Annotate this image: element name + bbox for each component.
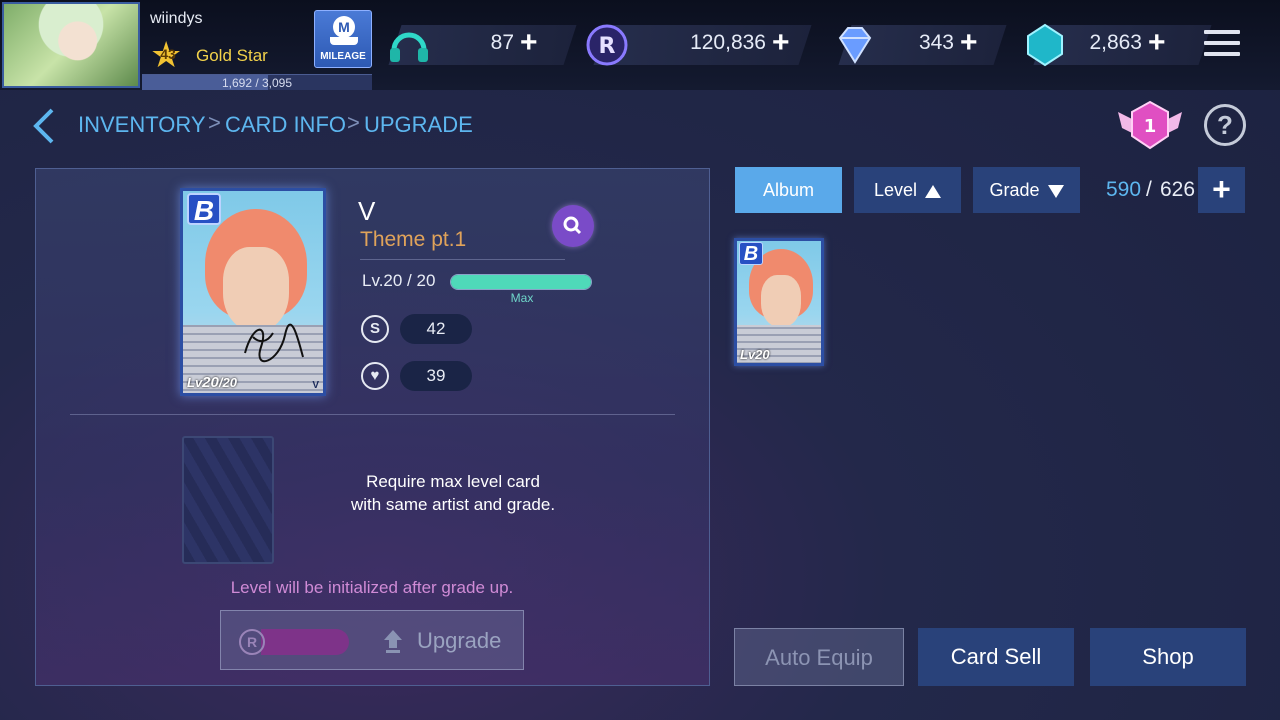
- card-theme: Theme pt.1: [360, 228, 467, 251]
- add-diamond-button[interactable]: +: [960, 28, 978, 58]
- mileage-label: MILEAGE: [320, 51, 366, 62]
- back-arrow-icon[interactable]: [30, 106, 60, 146]
- search-icon: [563, 216, 582, 235]
- divider: [360, 259, 565, 260]
- sort-ascending-icon: [925, 184, 942, 198]
- add-headphone-button[interactable]: +: [520, 28, 538, 58]
- crystal-count: 2,863: [1089, 31, 1142, 54]
- top-bar: wiindys ★ 43 Gold Star 1,692 / 3,095 M M…: [0, 0, 1280, 90]
- upgrade-cost-bar: [261, 629, 349, 655]
- card-level-text: Lv.20 / 20: [362, 271, 436, 290]
- artist-name: V: [358, 196, 376, 226]
- headphone-icon: [390, 32, 428, 62]
- breadcrumb-separator: >: [347, 110, 360, 135]
- add-crystal-button[interactable]: +: [1148, 28, 1166, 58]
- inventory-count-separator: /: [1146, 178, 1152, 201]
- r-coin-count: 120,836: [690, 31, 766, 54]
- mileage-tray-icon: [330, 37, 358, 45]
- card-sell-button[interactable]: Card Sell: [918, 628, 1074, 686]
- card-grade-badge: B: [187, 193, 221, 226]
- selected-card[interactable]: B Lv20/20 V: [180, 188, 326, 396]
- r-coin-icon: R: [239, 629, 265, 655]
- shop-button[interactable]: Shop: [1090, 628, 1246, 686]
- upgrade-button-label: Upgrade: [417, 628, 502, 653]
- profile-avatar[interactable]: [2, 2, 140, 88]
- gem-badge-value: 1: [1144, 116, 1157, 137]
- crystal-icon: [1027, 23, 1063, 67]
- player-level-badge: ★ 43: [150, 37, 186, 73]
- card-grade-badge: B: [739, 242, 763, 265]
- breadcrumb-upgrade: UPGRADE: [364, 112, 473, 137]
- add-r-coin-button[interactable]: +: [772, 28, 790, 58]
- inventory-count-max: 626: [1160, 178, 1196, 201]
- requirement-text: Require max level card with same artist …: [350, 472, 556, 514]
- sort-level-tab[interactable]: Level: [854, 167, 961, 213]
- xp-bar: 1,692 / 3,095: [142, 74, 372, 90]
- username: wiindys: [150, 10, 203, 27]
- r-coin-icon: R: [586, 24, 628, 66]
- rank-name: Gold Star: [196, 46, 268, 65]
- mileage-icon: M: [333, 16, 355, 38]
- level-reset-warning: Level will be initialized after grade up…: [230, 578, 514, 597]
- sort-descending-icon: [1047, 184, 1064, 198]
- inventory-count-current: 590: [1106, 178, 1142, 201]
- sort-grade-tab[interactable]: Grade: [973, 167, 1080, 213]
- winged-gem-badge-icon[interactable]: 1: [1114, 100, 1186, 150]
- stat-s-value: 42: [400, 314, 472, 344]
- max-level-label: Max: [510, 291, 534, 305]
- svg-text:R: R: [599, 34, 616, 59]
- headphone-count: 87: [490, 31, 514, 54]
- divider: [70, 414, 675, 415]
- mileage-button[interactable]: M MILEAGE: [314, 10, 372, 68]
- help-icon[interactable]: ?: [1204, 104, 1246, 146]
- diamond-count: 343: [918, 31, 954, 54]
- xp-text: 1,692 / 3,095: [221, 76, 293, 90]
- breadcrumb-separator: >: [208, 110, 221, 135]
- breadcrumb-card-info[interactable]: CARD INFO: [225, 112, 346, 138]
- diamond-icon: [838, 27, 872, 64]
- breadcrumb-inventory[interactable]: INVENTORY: [78, 112, 206, 138]
- stat-s-icon: S: [361, 315, 389, 343]
- card-member-initial: V: [312, 380, 319, 391]
- card-level-bar: [450, 274, 592, 290]
- material-card-slot[interactable]: [182, 436, 274, 564]
- inventory-card[interactable]: B Lv20: [734, 238, 824, 366]
- stat-heart-value: 39: [400, 361, 472, 391]
- hamburger-menu-icon[interactable]: [1204, 30, 1240, 60]
- upgrade-button[interactable]: R Upgrade: [220, 610, 524, 670]
- upgrade-arrow-icon: [384, 630, 402, 653]
- player-level: 43: [160, 46, 176, 62]
- signature-icon: [244, 323, 304, 363]
- card-level-label: Lv20: [740, 347, 770, 362]
- card-level-label: Lv20/20: [187, 374, 237, 391]
- sort-album-tab[interactable]: Album: [735, 167, 842, 213]
- card-level-bar-fill: [451, 275, 591, 289]
- auto-equip-button[interactable]: Auto Equip: [734, 628, 904, 686]
- expand-inventory-button[interactable]: +: [1198, 167, 1245, 213]
- zoom-card-button[interactable]: [552, 205, 594, 247]
- heart-icon: ♥: [361, 362, 389, 390]
